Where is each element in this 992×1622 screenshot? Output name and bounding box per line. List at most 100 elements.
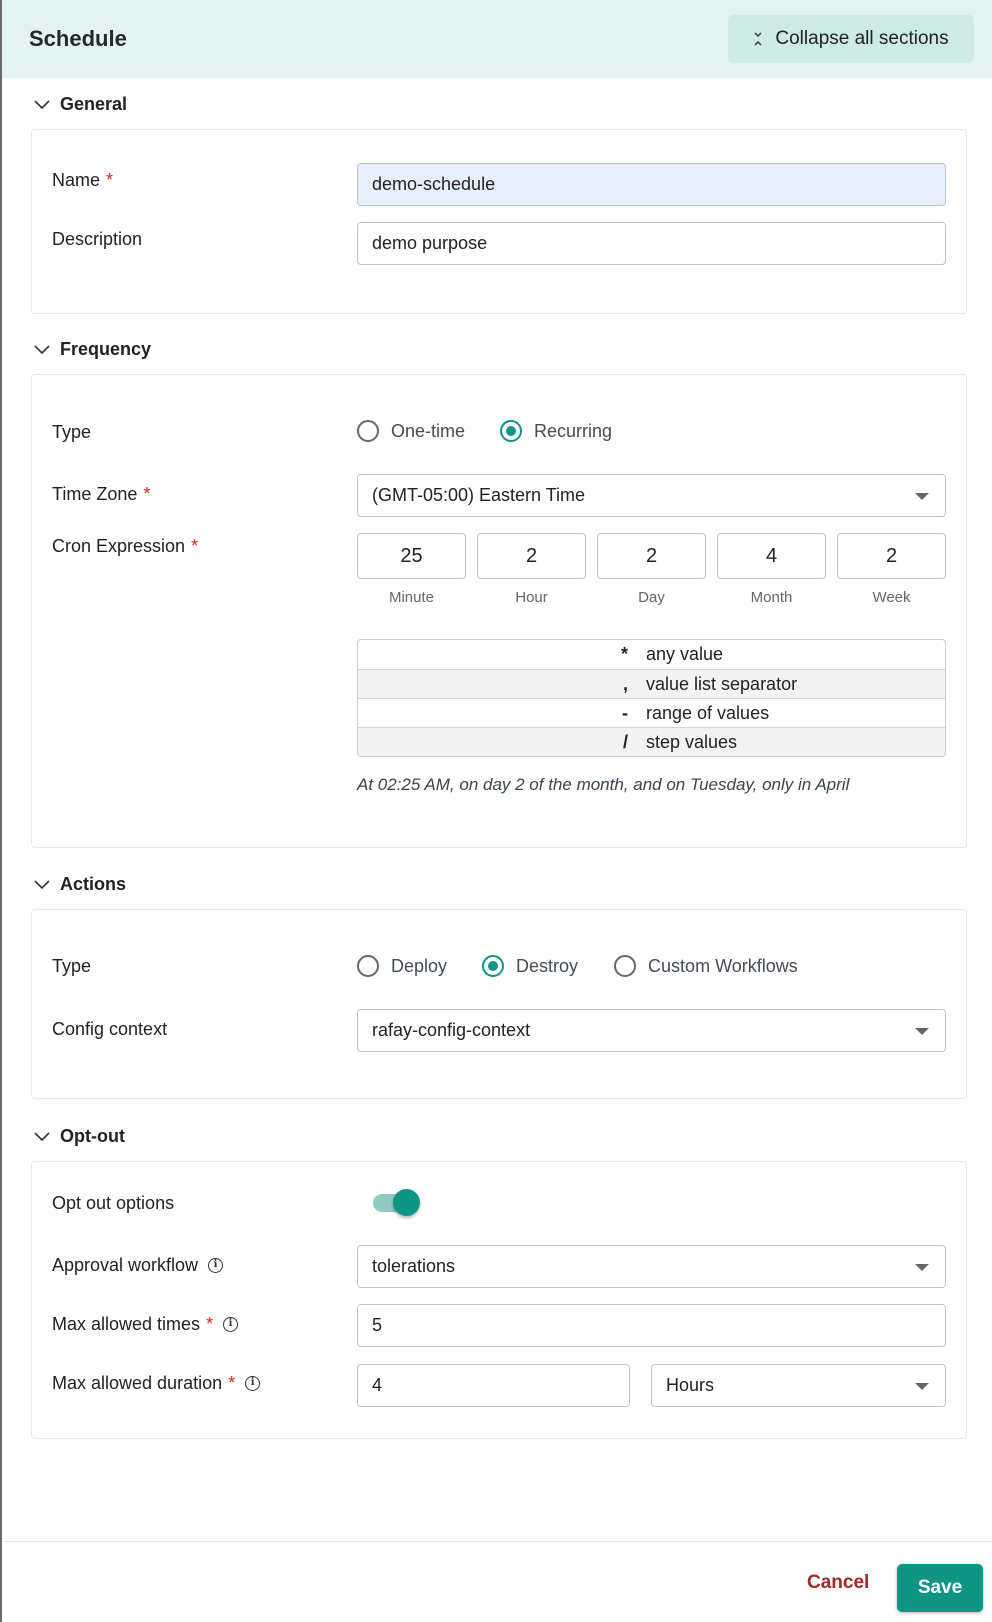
- name-input-value: demo-schedule: [372, 174, 496, 194]
- required-marker: *: [191, 536, 199, 556]
- info-icon[interactable]: i: [223, 1317, 239, 1332]
- optout-card: Opt out options Approval workflow i tole…: [31, 1161, 967, 1439]
- description-label-text: Description: [52, 229, 143, 249]
- info-icon[interactable]: i: [245, 1376, 261, 1391]
- page-title: Schedule: [29, 26, 127, 51]
- actions-card: Type Deploy Destroy Custom Workflows Con…: [31, 909, 967, 1099]
- legend-row: , value list separator: [358, 669, 945, 698]
- section-frequency-title: Frequency: [60, 339, 152, 359]
- cancel-button[interactable]: Cancel: [807, 1572, 869, 1594]
- cron-day-input[interactable]: 2: [597, 533, 706, 579]
- cron-minute-value: 25: [400, 544, 423, 567]
- dropdown-arrow-icon: [915, 1264, 929, 1271]
- timezone-label-text: Time Zone: [52, 484, 138, 504]
- section-frequency-toggle[interactable]: Frequency: [34, 339, 151, 360]
- timezone-select[interactable]: (GMT-05:00) Eastern Time: [357, 474, 946, 517]
- radio-deploy-label: Deploy: [391, 955, 448, 976]
- max-duration-label: Max allowed duration * i: [52, 1373, 261, 1394]
- legend-symbol: /: [622, 731, 628, 752]
- radio-destroy[interactable]: Destroy: [482, 955, 578, 977]
- max-times-input[interactable]: 5: [357, 1304, 946, 1347]
- actions-type-label: Type: [52, 956, 91, 977]
- cron-description: At 02:25 AM, on day 2 of the month, and …: [357, 775, 850, 794]
- timezone-label: Time Zone *: [52, 484, 150, 505]
- max-duration-unit-value: Hours: [666, 1375, 715, 1395]
- toggle-knob: [393, 1189, 420, 1216]
- section-optout-title: Opt-out: [60, 1126, 125, 1146]
- legend-symbol: -: [622, 702, 628, 723]
- section-general-title: General: [60, 94, 128, 114]
- chevron-down-icon: [34, 878, 50, 892]
- description-input[interactable]: demo purpose: [357, 222, 946, 265]
- max-duration-value: 4: [372, 1375, 383, 1395]
- section-actions-title: Actions: [60, 874, 127, 894]
- cron-month-input[interactable]: 4: [717, 533, 826, 579]
- cron-month-label: Month: [750, 589, 793, 606]
- config-context-select[interactable]: rafay-config-context: [357, 1009, 946, 1052]
- opt-out-options-label-text: Opt out options: [52, 1193, 175, 1213]
- legend-symbol: ,: [622, 673, 628, 694]
- legend-description: range of values: [646, 702, 770, 723]
- name-label-text: Name: [52, 170, 101, 190]
- radio-unchecked-icon: [357, 955, 379, 977]
- config-context-value: rafay-config-context: [372, 1020, 531, 1040]
- frequency-type-label: Type: [52, 422, 91, 443]
- radio-destroy-label: Destroy: [516, 955, 579, 976]
- max-duration-unit-select[interactable]: Hours: [651, 1364, 946, 1407]
- cron-label-text: Cron Expression: [52, 536, 186, 556]
- frequency-type-radio-group: One-time Recurring: [357, 420, 612, 442]
- legend-row: * any value: [358, 640, 945, 669]
- section-optout-toggle[interactable]: Opt-out: [34, 1126, 125, 1147]
- cron-week-label: Week: [872, 589, 911, 606]
- save-button[interactable]: Save: [897, 1564, 983, 1612]
- radio-deploy[interactable]: Deploy: [357, 955, 447, 977]
- info-icon[interactable]: i: [208, 1258, 224, 1273]
- cron-hour-input[interactable]: 2: [477, 533, 586, 579]
- required-marker: *: [106, 170, 114, 190]
- radio-one-time[interactable]: One-time: [357, 420, 465, 442]
- name-label: Name *: [52, 170, 113, 191]
- actions-type-radio-group: Deploy Destroy Custom Workflows: [357, 955, 798, 977]
- cron-week-input[interactable]: 2: [837, 533, 946, 579]
- cron-hour-value: 2: [525, 544, 538, 567]
- cron-legend-table: * any value , value list separator - ran…: [357, 639, 946, 757]
- legend-row: / step values: [358, 727, 945, 756]
- section-actions-toggle[interactable]: Actions: [34, 874, 126, 895]
- radio-checked-icon: [482, 955, 505, 977]
- timezone-select-value: (GMT-05:00) Eastern Time: [372, 485, 586, 505]
- cron-day-label: Day: [638, 589, 665, 606]
- radio-custom-workflows-label: Custom Workflows: [648, 955, 798, 976]
- approval-workflow-label-text: Approval workflow: [52, 1255, 199, 1275]
- legend-symbol: *: [620, 644, 628, 664]
- cron-day-value: 2: [645, 544, 658, 567]
- radio-recurring-label: Recurring: [534, 420, 613, 441]
- legend-description: any value: [646, 644, 724, 664]
- approval-workflow-value: tolerations: [372, 1256, 456, 1276]
- legend-row: - range of values: [358, 698, 945, 727]
- chevron-down-icon: [34, 1130, 50, 1144]
- approval-workflow-select[interactable]: tolerations: [357, 1245, 946, 1288]
- cron-week-value: 2: [885, 544, 898, 567]
- name-input[interactable]: demo-schedule: [357, 163, 946, 206]
- general-card: Name * demo-schedule Description demo pur…: [31, 129, 967, 314]
- chevron-down-icon: [34, 343, 50, 357]
- frequency-type-label-text: Type: [52, 422, 92, 442]
- footer: Cancel Save: [2, 1541, 992, 1622]
- dropdown-arrow-icon: [915, 493, 929, 500]
- opt-out-options-label: Opt out options: [52, 1193, 174, 1214]
- max-duration-input[interactable]: 4: [357, 1364, 630, 1407]
- radio-custom-workflows[interactable]: Custom Workflows: [614, 955, 798, 977]
- cron-month-value: 4: [765, 544, 778, 567]
- actions-type-label-text: Type: [52, 956, 92, 976]
- radio-recurring[interactable]: Recurring: [500, 420, 612, 442]
- cron-minute-input[interactable]: 25: [357, 533, 466, 579]
- opt-out-toggle[interactable]: [373, 1188, 423, 1218]
- approval-workflow-label: Approval workflow i: [52, 1255, 224, 1276]
- collapse-all-label: Collapse all sections: [775, 28, 949, 49]
- collapse-all-button[interactable]: Collapse all sections: [728, 15, 974, 63]
- config-context-label-text: Config context: [52, 1019, 168, 1039]
- cron-hour-label: Hour: [515, 589, 548, 606]
- radio-checked-icon: [500, 420, 523, 442]
- section-general-toggle[interactable]: General: [34, 94, 127, 115]
- radio-unchecked-icon: [357, 420, 379, 442]
